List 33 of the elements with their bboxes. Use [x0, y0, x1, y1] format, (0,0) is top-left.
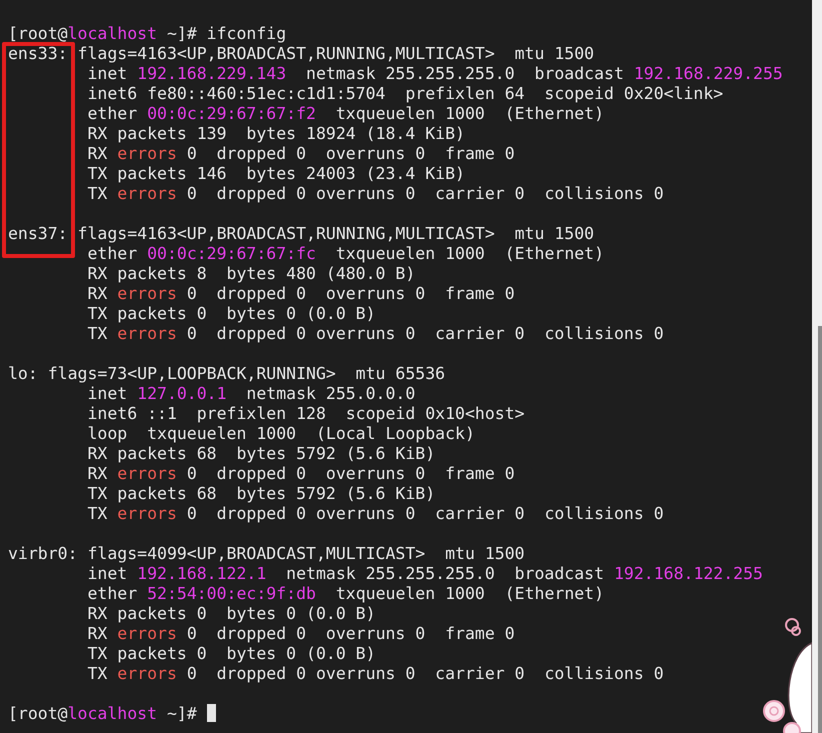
terminal-line: TX packets 68 bytes 5792 (5.6 KiB): [86, 484, 436, 504]
terminal-line: ether 00:0c:29:67:67:f2 txqueuelen 1000 (Ethernet): [86, 104, 604, 124]
terminal-line: RX errors 0 dropped 0 overruns 0 frame 0: [86, 624, 515, 644]
terminal-line: inet 192.168.229.143 netmask 255.255.255.0 broadcast 192.168.229.255: [86, 64, 783, 84]
terminal-line: virbr0: flags=4099<UP,BROADCAST,MULTICAST> mtu 1500: [8, 544, 525, 564]
terminal-line: inet 127.0.0.1 netmask 255.0.0.0: [86, 384, 416, 404]
terminal-line: inet 192.168.122.1 netmask 255.255.255.0 broadcast 192.168.122.255: [86, 564, 763, 584]
command-prompt: [root@localhost ~]#: [8, 704, 216, 724]
terminal-line: loop txqueuelen 1000 (Local Loopback): [86, 424, 475, 444]
terminal-line: TX errors 0 dropped 0 overruns 0 carrier 0 collisions 0: [86, 664, 664, 684]
terminal-line: RX packets 68 bytes 5792 (5.6 KiB): [86, 444, 436, 464]
terminal-line: TX packets 0 bytes 0 (0.0 B): [86, 304, 376, 324]
terminal-line: RX errors 0 dropped 0 overruns 0 frame 0: [86, 464, 515, 484]
terminal-line: TX errors 0 dropped 0 overruns 0 carrier 0 collisions 0: [86, 324, 664, 344]
terminal-line: TX errors 0 dropped 0 overruns 0 carrier 0 collisions 0: [86, 504, 664, 524]
terminal-line: RX packets 8 bytes 480 (480.0 B): [86, 264, 416, 284]
terminal-line: ens33: flags=4163<UP,BROADCAST,RUNNING,MULTICAST> mtu 1500: [8, 44, 594, 64]
command-prompt: [root@localhost ~]# ifconfig: [8, 24, 286, 44]
terminal-line: RX packets 0 bytes 0 (0.0 B): [86, 604, 376, 624]
scrollbar-thumb[interactable]: [818, 326, 822, 733]
terminal-line: RX errors 0 dropped 0 overruns 0 frame 0: [86, 144, 515, 164]
terminal-line: lo: flags=73<UP,LOOPBACK,RUNNING> mtu 65536: [8, 364, 446, 384]
terminal-line: inet6 fe80::460:51ec:c1d1:5704 prefixlen 64 scopeid 0x20<link>: [86, 84, 724, 104]
terminal-line: inet6 ::1 prefixlen 128 scopeid 0x10<host>: [86, 404, 525, 424]
terminal-line: ether 00:0c:29:67:67:fc txqueuelen 1000 (Ethernet): [86, 244, 604, 264]
terminal-line: ether 52:54:00:ec:9f:db txqueuelen 1000 (Ethernet): [86, 584, 604, 604]
terminal-line: TX packets 0 bytes 0 (0.0 B): [86, 644, 376, 664]
terminal-line: RX errors 0 dropped 0 overruns 0 frame 0: [86, 284, 515, 304]
terminal-line: TX errors 0 dropped 0 overruns 0 carrier 0 collisions 0: [86, 184, 664, 204]
terminal-line: TX packets 146 bytes 24003 (23.4 KiB): [86, 164, 465, 184]
terminal-line: ens37: flags=4163<UP,BROADCAST,RUNNING,MULTICAST> mtu 1500: [8, 224, 594, 244]
terminal-line: RX packets 139 bytes 18924 (18.4 KiB): [86, 124, 465, 144]
text-cursor: [206, 704, 216, 722]
